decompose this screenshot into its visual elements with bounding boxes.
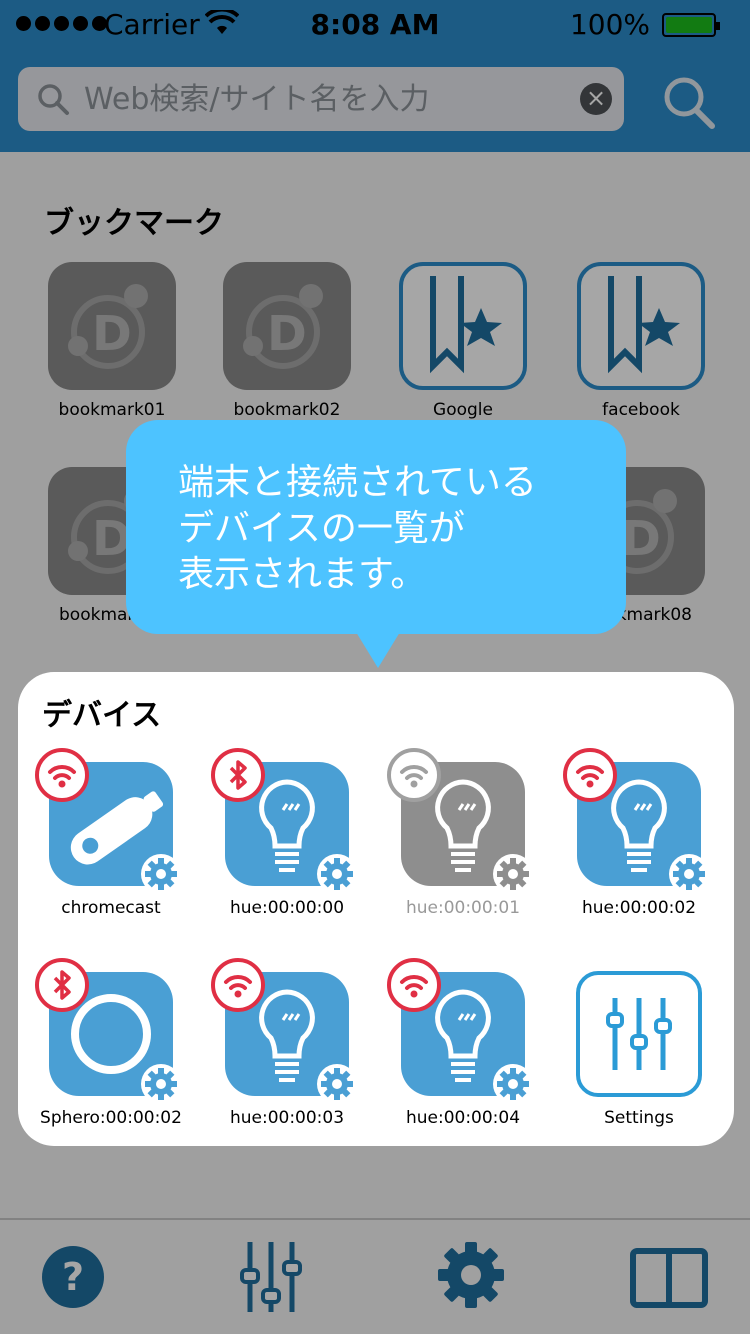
device-settings-icon[interactable] (317, 1064, 357, 1104)
device-panel: デバイス chromecast hue:00:00:00 hue:00:00:0… (18, 672, 734, 1146)
device-hue[interactable]: hue:00:00:03 (202, 958, 372, 1128)
device-label: chromecast (61, 898, 161, 918)
devices-title: デバイス (42, 698, 162, 733)
wifi-badge-icon (563, 748, 617, 802)
device-settings-icon[interactable] (317, 854, 357, 894)
chromecast-icon (35, 748, 181, 894)
wifi-badge-icon (387, 748, 441, 802)
device-settings-icon[interactable] (493, 854, 533, 894)
device-sphero[interactable]: Sphero:00:00:02 (26, 958, 196, 1128)
tooltip-text: 端末と接続されている デバイスの一覧が 表示されます。 (178, 462, 537, 595)
device-label: Settings (604, 1108, 674, 1128)
device-label: hue:00:00:02 (581, 898, 697, 918)
device-hue[interactable]: hue:00:00:00 (202, 748, 372, 918)
sliders-icon (575, 970, 703, 1098)
device-label: hue:00:00:04 (405, 1108, 521, 1128)
lightbulb-icon (563, 748, 709, 894)
device-label: hue:00:00:00 (229, 898, 345, 918)
device-settings-button[interactable]: Settings (554, 970, 724, 1128)
lightbulb-icon (211, 958, 357, 1104)
lightbulb-icon (211, 748, 357, 894)
device-settings-icon[interactable] (493, 1064, 533, 1104)
lightbulb-icon (387, 748, 533, 894)
device-label: hue:00:00:01 (405, 898, 521, 918)
device-hue[interactable]: hue:00:00:04 (378, 958, 548, 1128)
device-hue[interactable]: hue:00:00:02 (554, 748, 724, 918)
device-settings-icon[interactable] (141, 1064, 181, 1104)
device-settings-icon[interactable] (669, 854, 709, 894)
device-label: Sphero:00:00:02 (40, 1108, 182, 1128)
device-chromecast[interactable]: chromecast (26, 748, 196, 918)
wifi-badge-icon (35, 748, 89, 802)
tooltip-bubble: 端末と接続されている デバイスの一覧が 表示されます。 (126, 420, 626, 668)
lightbulb-icon (387, 958, 533, 1104)
device-hue-inactive[interactable]: hue:00:00:01 (378, 748, 548, 918)
wifi-badge-icon (211, 958, 265, 1012)
tooltip-arrow (356, 632, 400, 668)
bluetooth-badge-icon (35, 958, 89, 1012)
wifi-badge-icon (387, 958, 441, 1012)
device-label: hue:00:00:03 (229, 1108, 345, 1128)
bluetooth-badge-icon (211, 748, 265, 802)
device-settings-icon[interactable] (141, 854, 181, 894)
sphero-icon (35, 958, 181, 1104)
